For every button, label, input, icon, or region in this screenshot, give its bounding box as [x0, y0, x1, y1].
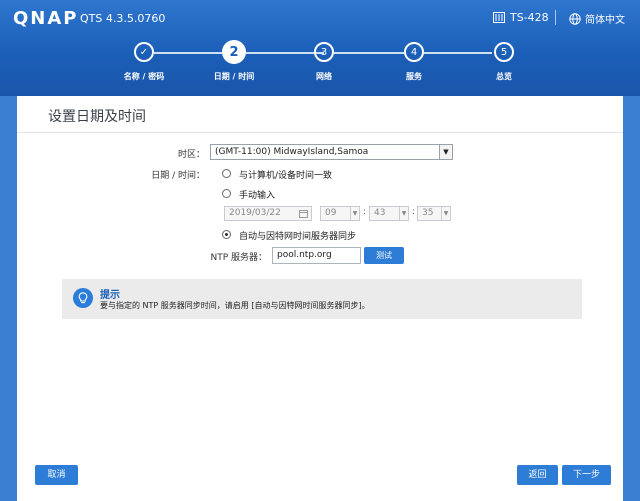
step-connector [154, 52, 232, 54]
chevron-down-icon[interactable]: ▼ [350, 207, 359, 220]
chevron-down-icon[interactable]: ▼ [441, 207, 450, 220]
timezone-label: 时区： [177, 150, 205, 160]
radio-sync-computer-label: 与计算机/设备时间一致 [239, 171, 333, 181]
model-name: TS-428 [510, 11, 549, 24]
step-5: 5 [494, 42, 514, 62]
timezone-select[interactable]: (GMT-11:00) MidwayIsland,Samoa ▼ [210, 144, 453, 160]
tip-title: 提示 [100, 290, 120, 301]
language-selector[interactable]: 简体中文 [569, 11, 625, 26]
step-4-label: 服务 [406, 72, 422, 81]
second-value: 35 [422, 208, 434, 218]
radio-manual[interactable] [222, 189, 231, 198]
hour-stepper[interactable]: 09 ▼ [320, 206, 360, 221]
title-divider [17, 132, 623, 133]
chevron-down-icon[interactable]: ▼ [399, 207, 408, 220]
second-stepper[interactable]: 35 ▼ [417, 206, 451, 221]
time-separator: : [363, 207, 367, 217]
step-3-label: 网络 [316, 72, 332, 81]
ntp-server-label: NTP 服务器： [210, 253, 267, 263]
calendar-icon[interactable] [299, 209, 308, 218]
cancel-button[interactable]: 取消 [35, 465, 78, 485]
timezone-value: (GMT-11:00) MidwayIsland,Samoa [215, 147, 369, 157]
step-connector [246, 52, 324, 54]
step-connector [334, 52, 404, 54]
tip-box: 提示 要与指定的 NTP 服务器同步时间，请启用 [自动与因特网时间服务器同步]… [62, 279, 582, 319]
step-2-label: 日期 / 时间 [213, 72, 255, 81]
step-2-active: 2 [222, 40, 246, 64]
step-connector [424, 52, 492, 54]
qnap-logo: QNAP [13, 8, 79, 29]
step-3: 3 [314, 42, 334, 62]
version-label: QTS 4.3.5.0760 [80, 12, 166, 25]
back-button[interactable]: 返回 [517, 465, 558, 485]
radio-ntp-sync-label: 自动与因特网时间服务器同步 [239, 232, 357, 242]
globe-icon [569, 12, 581, 25]
date-value: 2019/03/22 [229, 208, 281, 218]
header: QNAP QTS 4.3.5.0760 TS-428 简体中文 ✓ 2 3 4 … [0, 0, 640, 96]
tip-text: 要与指定的 NTP 服务器同步时间，请启用 [自动与因特网时间服务器同步]。 [100, 301, 370, 310]
model-info: TS-428 [493, 11, 549, 24]
datetime-label: 日期 / 时间： [151, 171, 205, 181]
step-1-done-icon: ✓ [134, 42, 154, 62]
chevron-down-icon[interactable]: ▼ [439, 145, 452, 159]
step-4: 4 [404, 42, 424, 62]
radio-ntp-sync[interactable] [222, 230, 231, 239]
minute-stepper[interactable]: 43 ▼ [369, 206, 409, 221]
page-title: 设置日期及时间 [48, 109, 146, 125]
radio-manual-label: 手动输入 [239, 191, 276, 201]
step-1-label: 名称 / 密码 [123, 72, 165, 81]
date-field[interactable]: 2019/03/22 [224, 206, 312, 221]
minute-value: 43 [374, 208, 386, 218]
lightbulb-icon [73, 288, 93, 308]
ntp-server-input[interactable]: pool.ntp.org [272, 247, 361, 264]
radio-sync-computer[interactable] [222, 169, 231, 178]
step-5-label: 总览 [496, 72, 512, 81]
test-button[interactable]: 测试 [364, 247, 404, 264]
hour-value: 09 [325, 208, 337, 218]
time-separator: : [412, 207, 416, 217]
nas-device-icon [493, 12, 505, 23]
wizard-panel: 设置日期及时间 时区： (GMT-11:00) MidwayIsland,Sam… [17, 96, 623, 501]
header-divider [555, 10, 556, 25]
next-button[interactable]: 下一步 [562, 465, 611, 485]
language-label: 简体中文 [585, 15, 625, 26]
